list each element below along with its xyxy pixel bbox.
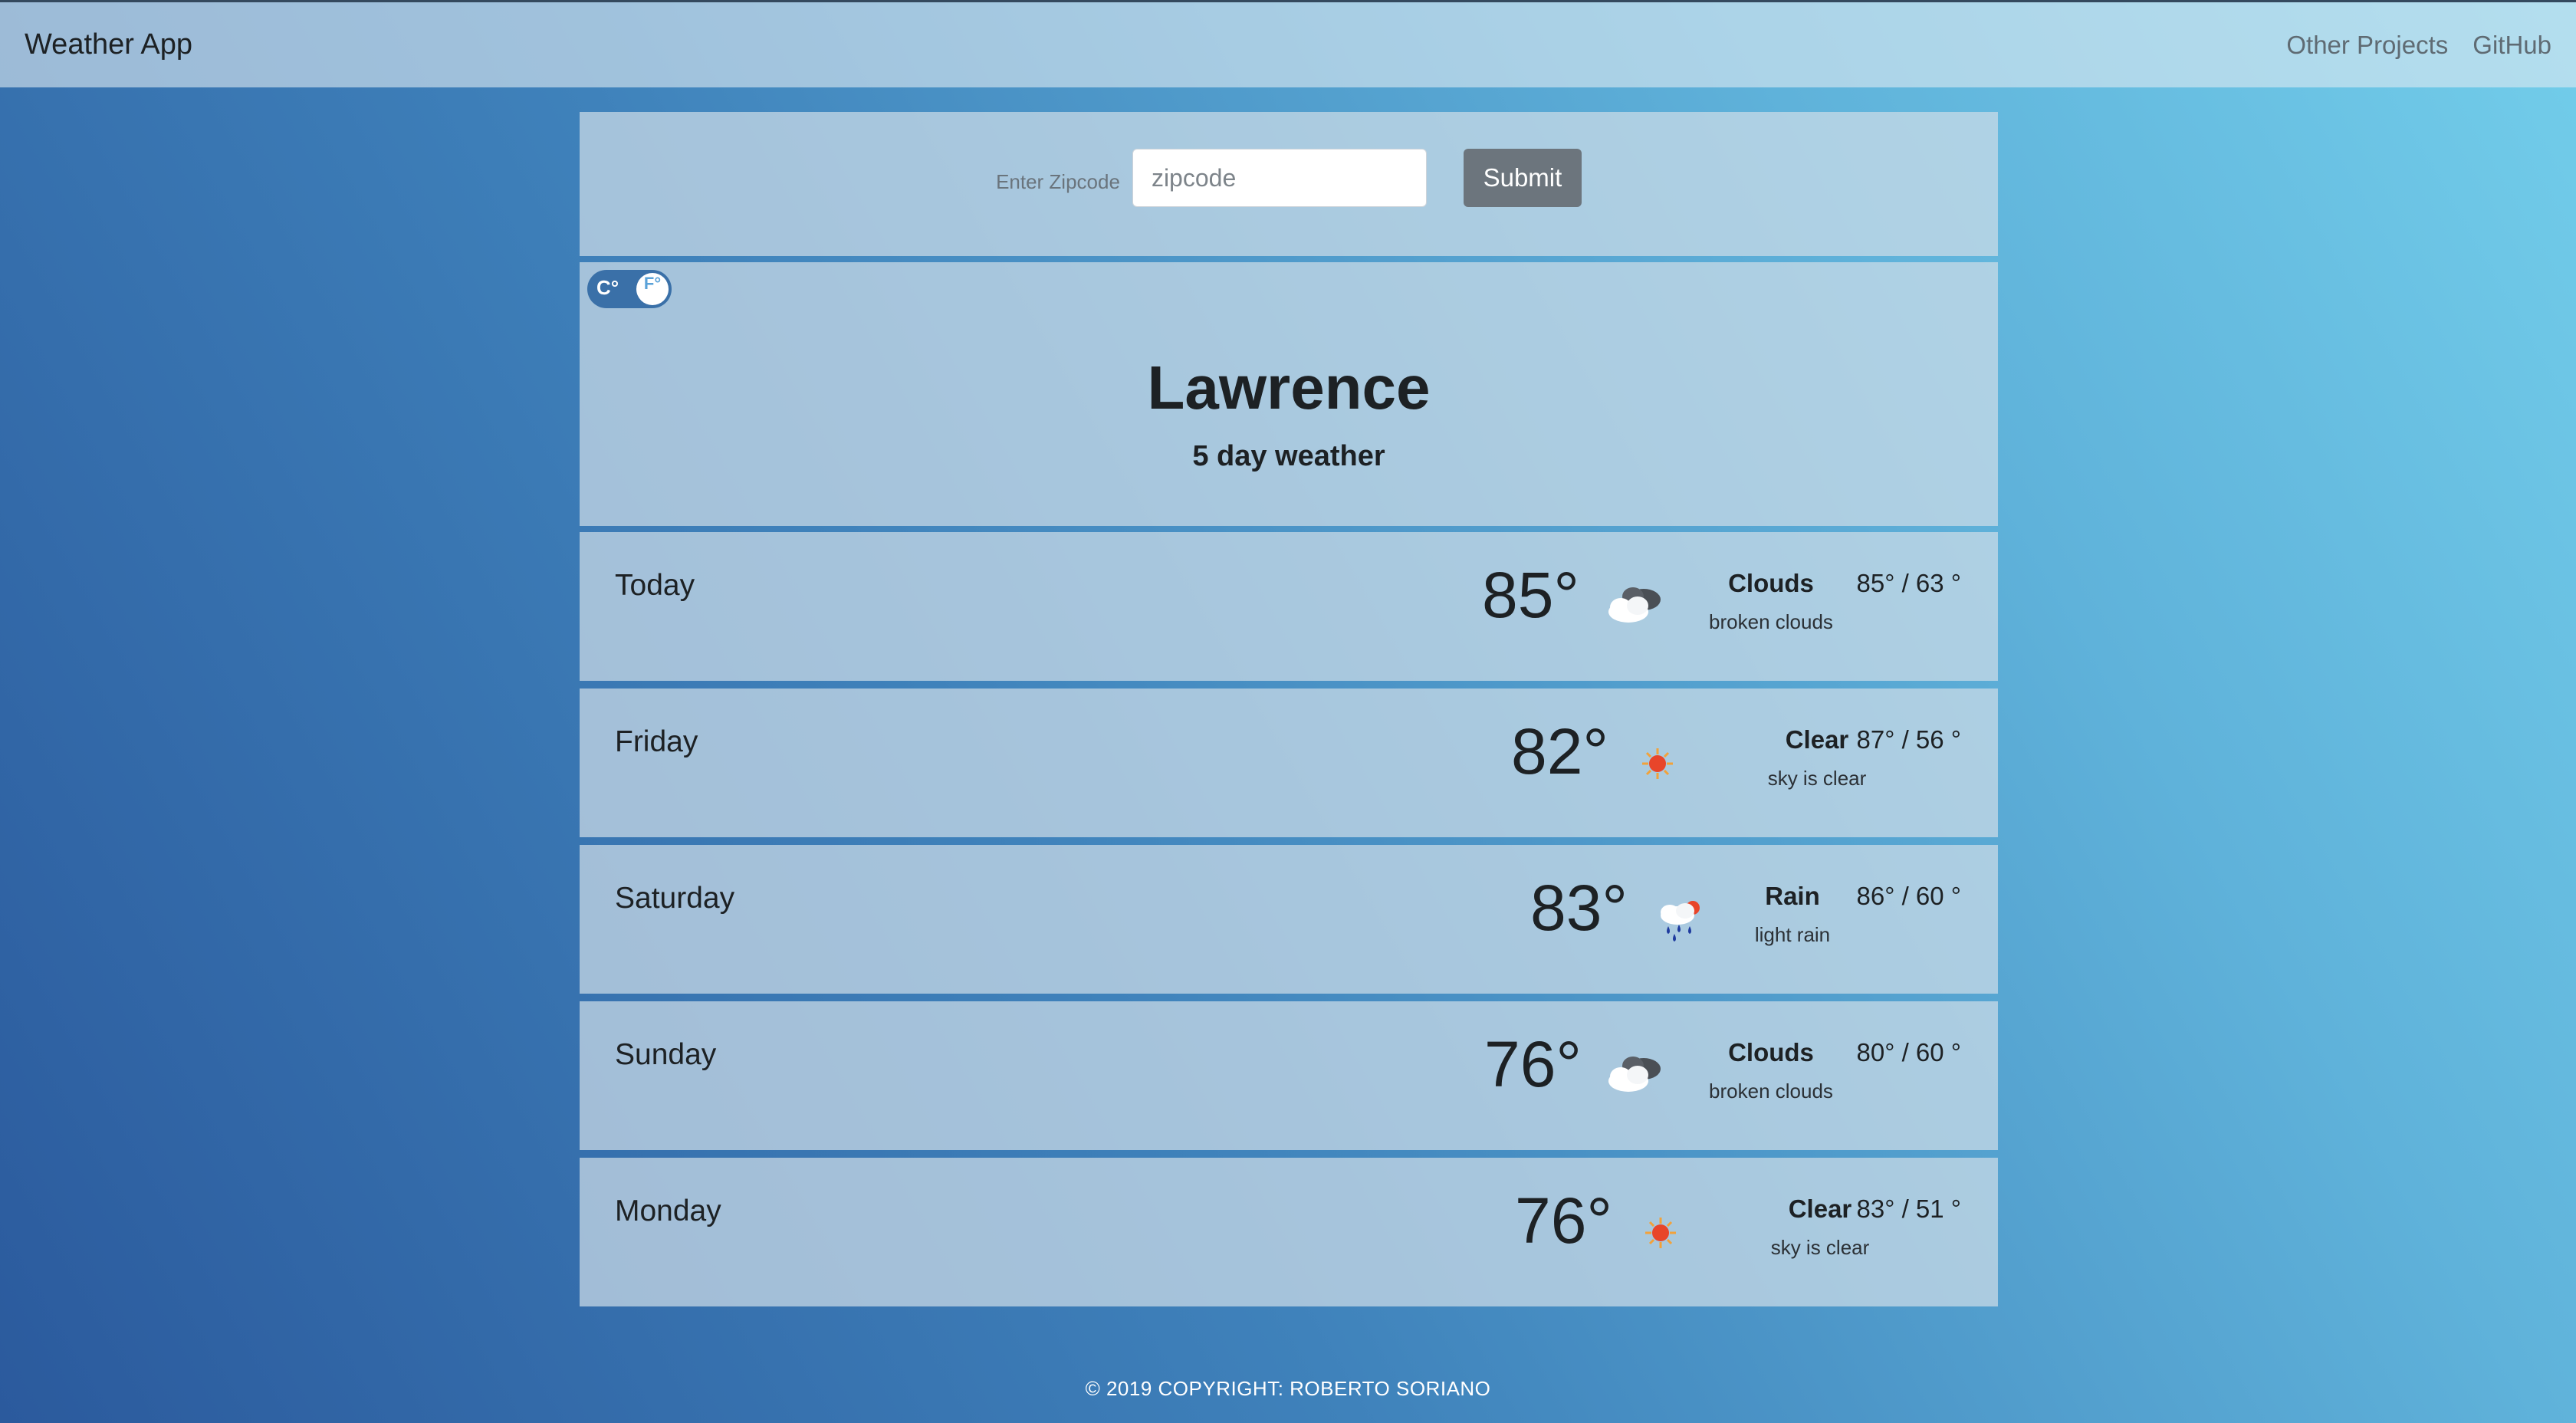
search-form: Enter Zipcode Submit bbox=[580, 149, 1998, 207]
day-row: Sunday 76° Clouds broken clouds 80° / 60… bbox=[580, 1001, 1998, 1150]
high-low-temp: 80° / 60 ° bbox=[1856, 1038, 1961, 1066]
day-name: Saturday bbox=[615, 882, 735, 915]
nav-link-github[interactable]: GitHub bbox=[2472, 31, 2551, 60]
condition-desc: sky is clear bbox=[1767, 767, 1867, 790]
current-temp: 83° bbox=[1530, 872, 1628, 944]
current-temp: 82° bbox=[1511, 715, 1609, 787]
forecast-header: C° F° Lawrence 5 day weather bbox=[580, 262, 1998, 526]
forecast-subtitle: 5 day weather bbox=[1192, 440, 1385, 472]
day-row: Monday 76° Clear sky is clear 83° / 51 ° bbox=[580, 1158, 1998, 1306]
current-temp: 76° bbox=[1484, 1028, 1582, 1100]
broken-clouds-icon bbox=[1608, 587, 1661, 623]
high-low-temp: 86° / 60 ° bbox=[1856, 882, 1961, 910]
current-temp: 76° bbox=[1515, 1185, 1613, 1257]
city-name: Lawrence bbox=[1147, 353, 1431, 422]
condition-main: Clouds bbox=[1728, 1038, 1814, 1066]
clear-sun-icon bbox=[1642, 748, 1673, 779]
condition-desc: light rain bbox=[1754, 923, 1831, 946]
light-rain-icon bbox=[1661, 901, 1700, 942]
unit-toggle[interactable]: C° F° bbox=[587, 270, 672, 308]
day-name: Friday bbox=[615, 725, 698, 758]
condition-main: Clear bbox=[1785, 725, 1849, 754]
day-name: Sunday bbox=[615, 1038, 717, 1071]
nav-link-other-projects[interactable]: Other Projects bbox=[2286, 31, 2448, 60]
day-name: Today bbox=[615, 569, 695, 602]
brand-title[interactable]: Weather App bbox=[25, 28, 192, 61]
submit-button[interactable]: Submit bbox=[1463, 149, 1582, 207]
condition-desc: broken clouds bbox=[1709, 610, 1833, 633]
nav-links: Other Projects GitHub bbox=[2286, 31, 2551, 60]
toggle-knob[interactable]: F° bbox=[636, 273, 669, 305]
broken-clouds-icon bbox=[1608, 1057, 1661, 1092]
day-row: Saturday 83° Rain light rain 86° / 60 ° bbox=[580, 845, 1998, 994]
high-low-temp: 87° / 56 ° bbox=[1856, 725, 1961, 754]
condition-desc: sky is clear bbox=[1770, 1236, 1870, 1259]
high-low-temp: 83° / 51 ° bbox=[1856, 1195, 1961, 1223]
day-name: Monday bbox=[615, 1195, 721, 1227]
navbar: Weather App Other Projects GitHub bbox=[0, 0, 2576, 87]
search-panel: Enter Zipcode Submit bbox=[580, 112, 1998, 256]
day-row: Friday 82° Clear sky is clear 87° / 56 ° bbox=[580, 688, 1998, 837]
clear-sun-icon bbox=[1645, 1218, 1676, 1248]
toggle-fahrenheit-label: F° bbox=[643, 274, 662, 293]
condition-desc: broken clouds bbox=[1709, 1080, 1833, 1103]
zipcode-input[interactable] bbox=[1132, 149, 1427, 207]
condition-main: Rain bbox=[1765, 882, 1820, 910]
current-temp: 85° bbox=[1482, 559, 1580, 631]
copyright-footer: © 2019 COPYRIGHT: ROBERTO SORIANO bbox=[1085, 1377, 1491, 1400]
zipcode-label: Enter Zipcode bbox=[996, 169, 1120, 193]
condition-main: Clouds bbox=[1728, 569, 1814, 597]
toggle-celsius-label: C° bbox=[596, 276, 619, 299]
high-low-temp: 85° / 63 ° bbox=[1856, 569, 1961, 597]
day-row: Today 85° Clouds broken clouds 85° / 63 … bbox=[580, 532, 1998, 681]
